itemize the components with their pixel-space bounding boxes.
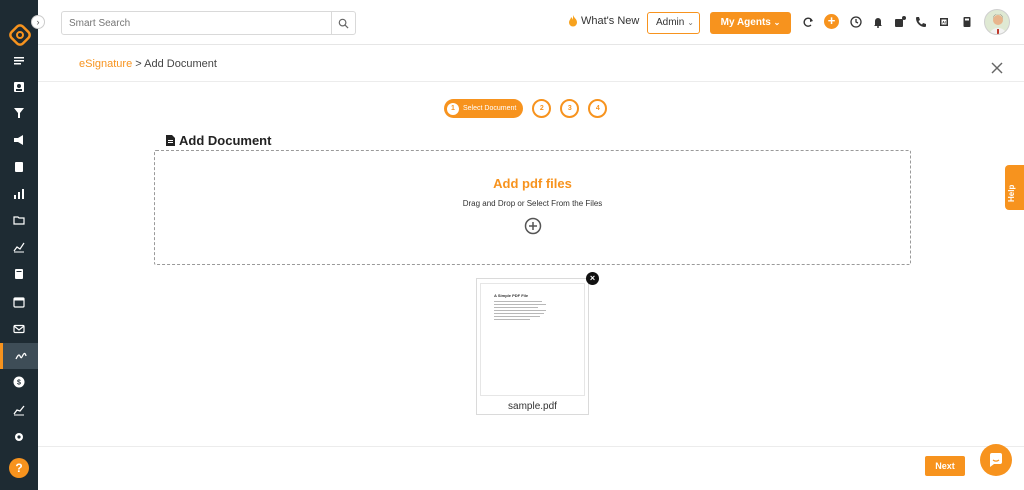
step-4[interactable]: 4 (588, 99, 608, 118)
sidebar-item-funnel[interactable] (0, 100, 38, 126)
sidebar-item-email[interactable] (0, 316, 38, 342)
search-input[interactable] (62, 12, 331, 34)
file-name: sample.pdf (508, 401, 557, 412)
trend-icon (13, 405, 25, 416)
megaphone-icon (14, 135, 23, 145)
smart-search (61, 11, 356, 35)
list-icon (14, 57, 24, 65)
sidebar-item-documents[interactable] (0, 154, 38, 180)
clock-icon[interactable] (849, 15, 863, 29)
role-select[interactable]: Admin ⌄ (647, 12, 700, 34)
role-select-value: Admin (656, 17, 685, 28)
contact-icon (14, 82, 24, 92)
gear-icon (15, 433, 23, 441)
step-select-document[interactable]: 1 Select Document (444, 99, 524, 118)
help-label: Help (1007, 184, 1016, 202)
breadcrumb-separator: > (135, 58, 142, 70)
chevron-down-icon: ⌄ (773, 18, 781, 27)
close-icon[interactable] (990, 61, 1004, 75)
brand-logo-icon[interactable] (9, 24, 31, 46)
dropzone-title: Add pdf files (493, 176, 572, 191)
document-icon (15, 162, 23, 172)
chevron-down-icon: ⌄ (687, 18, 694, 27)
refresh-icon[interactable] (801, 15, 815, 29)
sidebar-toggle-chevron-icon[interactable]: › (31, 15, 45, 29)
folder-icon (13, 216, 25, 225)
sidebar-item-calendar[interactable] (0, 289, 38, 315)
calendar-icon (13, 297, 25, 308)
search-button[interactable] (331, 12, 355, 34)
sidebar-item-settings[interactable] (0, 424, 38, 450)
top-bar: What's New Admin ⌄ My Agents ⌄ + AI (38, 0, 1024, 45)
step-3[interactable]: 3 (560, 99, 580, 118)
sidebar-item-esignature[interactable] (0, 343, 38, 369)
sparkle-chart-icon (13, 242, 25, 253)
remove-file-close-icon[interactable]: × (586, 272, 599, 285)
step-number: 1 (447, 102, 459, 115)
fire-icon (569, 15, 577, 27)
breadcrumb-esignature-link[interactable]: eSignature (79, 58, 132, 70)
whats-new-link[interactable]: What's New (568, 15, 639, 27)
document-icon (166, 135, 175, 146)
chat-bubble-icon[interactable] (980, 444, 1012, 476)
page-title: Add Document (166, 133, 271, 148)
next-button[interactable]: Next (925, 456, 965, 476)
sidebar-item-insights[interactable] (0, 397, 38, 423)
breadcrumb: eSignature > Add Document (79, 58, 217, 70)
sidebar: $ ? (0, 0, 38, 490)
sidebar-item-files[interactable] (0, 207, 38, 233)
phone-icon[interactable] (914, 15, 928, 29)
sidebar-item-contacts[interactable] (0, 74, 38, 100)
wizard-stepper: 1 Select Document 2 3 4 (444, 99, 608, 118)
signature-icon (14, 352, 27, 360)
bar-chart-icon (14, 189, 24, 199)
calculator-icon[interactable] (960, 15, 974, 29)
whats-new-label: What's New (581, 15, 640, 27)
thumbnail-title: A Simple PDF File (494, 293, 529, 298)
sidebar-item-reports[interactable] (0, 181, 38, 207)
step-label: Select Document (463, 105, 517, 112)
footer-divider (38, 446, 1024, 447)
dollar-icon: $ (13, 376, 25, 388)
breadcrumb-current: Add Document (144, 58, 217, 70)
header-divider (38, 81, 1024, 82)
ai-chip-icon[interactable]: AI (937, 15, 951, 29)
sidebar-item-campaigns[interactable] (0, 127, 38, 153)
invoice-icon (15, 269, 23, 279)
sidebar-item-feed[interactable] (0, 48, 38, 74)
search-icon (338, 18, 349, 29)
step-2[interactable]: 2 (532, 99, 552, 118)
my-agents-label: My Agents (720, 17, 771, 28)
add-file-plus-icon[interactable] (524, 217, 542, 235)
sidebar-item-invoices[interactable] (0, 261, 38, 287)
dropzone-subtitle: Drag and Drop or Select From the Files (462, 199, 603, 208)
funnel-icon (14, 108, 24, 118)
avatar[interactable] (984, 9, 1010, 35)
my-agents-button[interactable]: My Agents ⌄ (710, 12, 791, 34)
chat-notifications-icon[interactable] (893, 15, 907, 29)
help-circle-icon[interactable]: ? (9, 458, 29, 478)
page-title-text: Add Document (179, 133, 272, 148)
bell-icon[interactable] (871, 15, 885, 29)
uploaded-file-card[interactable]: A Simple PDF File sample.pdf (476, 278, 589, 415)
svg-text:AI: AI (942, 21, 946, 25)
mail-icon (13, 324, 25, 334)
svg-text:$: $ (17, 380, 21, 387)
help-side-tab[interactable]: Help (1005, 165, 1024, 210)
sidebar-item-billing[interactable]: $ (0, 369, 38, 395)
quick-add-plus-icon[interactable]: + (824, 14, 839, 29)
pdf-dropzone[interactable]: Add pdf files Drag and Drop or Select Fr… (154, 150, 911, 265)
sidebar-item-analytics[interactable] (0, 234, 38, 260)
file-thumbnail: A Simple PDF File (480, 283, 585, 396)
